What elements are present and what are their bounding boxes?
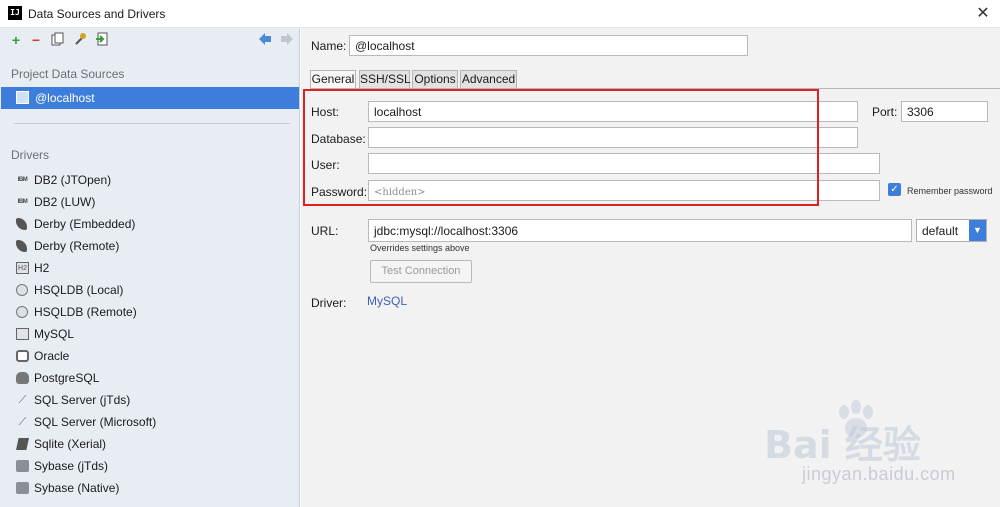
driver-item-derby-embedded[interactable]: Derby (Embedded) xyxy=(0,213,300,235)
postgresql-icon xyxy=(16,372,29,384)
driver-item-sybase-jtds[interactable]: Sybase (jTds) xyxy=(0,455,300,477)
sqlserver-icon: ⟋ xyxy=(18,416,27,428)
window-title: Data Sources and Drivers xyxy=(28,7,166,21)
watermark-url: jingyan.baidu.com xyxy=(802,464,956,484)
driver-item-derby-remote[interactable]: Derby (Remote) xyxy=(0,235,300,257)
sidebar-toolbar: + − xyxy=(0,28,300,54)
h2-icon: H2 xyxy=(16,262,29,274)
remember-password-checkbox[interactable]: ✓ xyxy=(888,183,901,196)
driver-item-sybase-native[interactable]: Sybase (Native) xyxy=(0,477,300,499)
driver-link[interactable]: MySQL xyxy=(367,294,407,308)
driver-label: Sybase (jTds) xyxy=(34,459,109,473)
url-field[interactable]: jdbc:mysql://localhost:3306 xyxy=(368,219,912,242)
mysql-icon xyxy=(16,91,29,104)
driver-item-mysql[interactable]: MySQL xyxy=(0,323,300,345)
driver-label: SQL Server (Microsoft) xyxy=(34,415,157,429)
url-note: Overrides settings above xyxy=(370,243,470,253)
duplicate-icon[interactable] xyxy=(50,32,66,48)
data-source-label: @localhost xyxy=(35,91,95,105)
driver-item-sqlserver-jtds[interactable]: ⟋ SQL Server (jTds) xyxy=(0,389,300,411)
title-bar: IJ Data Sources and Drivers ✕ xyxy=(0,0,1000,28)
watermark-brand: Bai 经验 xyxy=(764,423,921,467)
port-field[interactable]: 3306 xyxy=(901,101,988,122)
driver-label: Driver: xyxy=(311,296,347,310)
driver-label: MySQL xyxy=(34,327,75,341)
driver-label: DB2 (LUW) xyxy=(34,195,96,209)
oracle-icon xyxy=(16,350,29,362)
tab-advanced[interactable]: Advanced xyxy=(460,70,517,89)
feather-icon xyxy=(16,218,27,230)
hsqldb-icon xyxy=(16,306,28,318)
sidebar-divider xyxy=(14,123,290,124)
driver-label: Sqlite (Xerial) xyxy=(34,437,107,451)
tab-ssh-ssl[interactable]: SSH/SSL xyxy=(359,70,411,89)
tab-general[interactable]: General xyxy=(310,70,356,89)
driver-item-hsqldb-remote[interactable]: HSQLDB (Remote) xyxy=(0,301,300,323)
name-field[interactable]: @localhost xyxy=(349,35,748,56)
baidu-watermark: Bai 经验 jingyan.baidu.com xyxy=(764,398,1000,490)
data-sources-sidebar: + − Project Data Sources @localhost Driv… xyxy=(0,28,300,507)
driver-label: Derby (Remote) xyxy=(34,239,120,253)
close-icon[interactable]: ✕ xyxy=(972,3,994,25)
driver-label: HSQLDB (Local) xyxy=(34,283,124,297)
test-connection-button[interactable]: Test Connection xyxy=(370,260,472,283)
port-label: Port: xyxy=(872,105,898,119)
intellij-app-icon: IJ xyxy=(8,6,22,20)
url-label: URL: xyxy=(311,224,339,238)
name-label: Name: xyxy=(311,39,347,53)
driver-item-db2-jtopen[interactable]: IBM DB2 (JTOpen) xyxy=(0,169,300,191)
tab-options[interactable]: Options xyxy=(412,70,458,89)
url-mode-value: default xyxy=(922,224,959,238)
feather-icon xyxy=(16,240,27,252)
driver-item-postgresql[interactable]: PostgreSQL xyxy=(0,367,300,389)
url-mode-select[interactable]: default ▼ xyxy=(916,219,987,242)
sqlite-icon xyxy=(16,438,29,450)
properties-icon[interactable] xyxy=(72,32,88,48)
driver-label: Derby (Embedded) xyxy=(34,217,136,231)
driver-item-h2[interactable]: H2 H2 xyxy=(0,257,300,279)
project-data-sources-heading: Project Data Sources xyxy=(11,67,125,81)
import-icon[interactable] xyxy=(94,32,110,48)
driver-item-oracle[interactable]: Oracle xyxy=(0,345,300,367)
hsqldb-icon xyxy=(16,284,28,296)
mysql-icon xyxy=(16,328,29,340)
remove-icon[interactable]: − xyxy=(28,32,44,48)
drivers-heading: Drivers xyxy=(11,148,49,162)
ibm-icon: IBM xyxy=(17,177,28,183)
data-source-localhost[interactable]: @localhost xyxy=(1,87,299,109)
driver-list: IBM DB2 (JTOpen) IBM DB2 (LUW) Derby (Embe… xyxy=(0,169,300,499)
driver-label: SQL Server (jTds) xyxy=(34,393,131,407)
remember-password-label: Remember password xyxy=(907,186,993,196)
sybase-icon xyxy=(16,460,29,472)
highlight-annotation-box xyxy=(303,89,819,206)
driver-item-sqlite-xerial[interactable]: Sqlite (Xerial) xyxy=(0,433,300,455)
driver-label: Oracle xyxy=(34,349,70,363)
driver-label: DB2 (JTOpen) xyxy=(34,173,112,187)
driver-item-hsqldb-local[interactable]: HSQLDB (Local) xyxy=(0,279,300,301)
driver-label: Sybase (Native) xyxy=(34,481,120,495)
forward-arrow-icon[interactable] xyxy=(279,32,295,48)
driver-label: PostgreSQL xyxy=(34,371,100,385)
driver-label: H2 xyxy=(34,261,50,275)
chevron-down-icon: ▼ xyxy=(969,220,986,241)
driver-item-db2-luw[interactable]: IBM DB2 (LUW) xyxy=(0,191,300,213)
sqlserver-icon: ⟋ xyxy=(18,394,27,406)
back-arrow-icon[interactable] xyxy=(257,32,273,48)
driver-item-sqlserver-microsoft[interactable]: ⟋ SQL Server (Microsoft) xyxy=(0,411,300,433)
add-icon[interactable]: + xyxy=(8,32,24,48)
ibm-icon: IBM xyxy=(17,199,28,205)
driver-label: HSQLDB (Remote) xyxy=(34,305,137,319)
sybase-icon xyxy=(16,482,29,494)
